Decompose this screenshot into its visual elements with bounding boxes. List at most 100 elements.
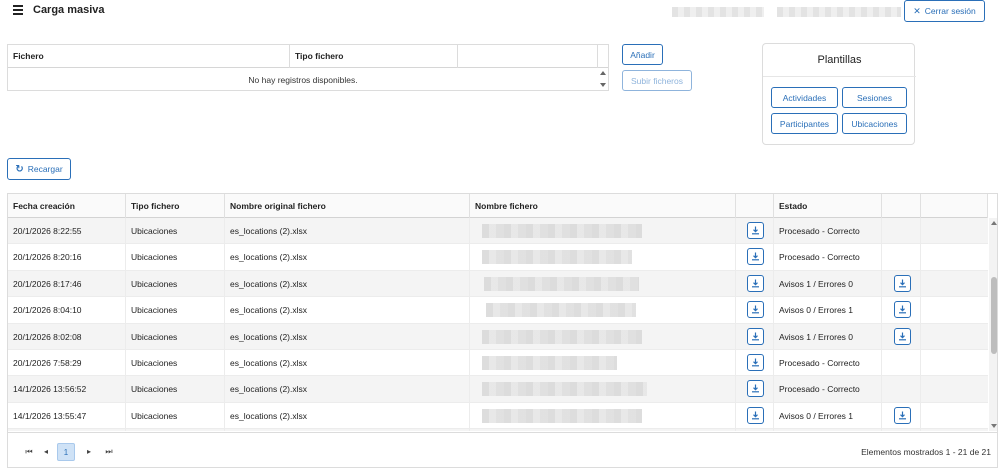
cell-tipo-fichero: Ubicaciones bbox=[126, 376, 225, 403]
cell-extra bbox=[921, 218, 988, 244]
download-icon[interactable] bbox=[747, 406, 764, 424]
cell-fecha-creacion: 20/1/2026 8:04:10 bbox=[8, 297, 126, 324]
redacted-filename bbox=[484, 276, 639, 291]
column-header-fichero[interactable]: Fichero bbox=[8, 45, 290, 68]
cell-log bbox=[882, 402, 921, 429]
table-row[interactable]: 20/1/2026 7:58:29 Ubicaciones es_locations… bbox=[8, 350, 988, 377]
cell-download bbox=[736, 402, 774, 429]
top-bar: Carga masiva ✕ Cerrar sesión bbox=[0, 0, 1000, 24]
cell-estado: Procesado - Correcto bbox=[774, 376, 882, 403]
cell-estado: Procesado - Correcto bbox=[774, 429, 882, 431]
table-row[interactable]: 20/1/2026 8:22:55 Ubicaciones es_locations… bbox=[8, 218, 988, 245]
download-log-icon[interactable] bbox=[894, 301, 911, 319]
cell-estado: Procesado - Correcto bbox=[774, 350, 882, 376]
cell-nombre-original: es_locations (2).xlsx bbox=[225, 323, 470, 350]
column-header-fecha-creacion[interactable]: Fecha creación bbox=[8, 194, 126, 218]
scroll-up-icon[interactable] bbox=[600, 71, 606, 75]
next-page-icon[interactable]: ▸ bbox=[80, 443, 98, 461]
column-header-tipo-fichero[interactable]: Tipo fichero bbox=[290, 45, 458, 68]
redacted-filename bbox=[482, 356, 617, 370]
redacted-filename bbox=[482, 382, 647, 397]
template-actividades-button[interactable]: Actividades bbox=[771, 87, 838, 108]
table-row[interactable]: 20/1/2026 8:04:10 Ubicaciones es_locations… bbox=[8, 297, 988, 324]
cell-nombre-fichero bbox=[470, 402, 736, 429]
uploads-history-grid: Fecha creación Tipo fichero Nombre origi… bbox=[7, 193, 998, 468]
logout-label: Cerrar sesión bbox=[924, 6, 976, 16]
cell-nombre-original: es_locations (2).xlsx bbox=[225, 297, 470, 324]
template-participantes-button[interactable]: Participantes bbox=[771, 113, 838, 134]
download-log-icon[interactable] bbox=[894, 274, 911, 292]
redacted-filename bbox=[482, 224, 642, 238]
table-row[interactable]: 20/1/2026 8:20:16 Ubicaciones es_locations… bbox=[8, 244, 988, 271]
empty-message: No hay registros disponibles. bbox=[248, 75, 358, 85]
upload-files-button[interactable]: Subir ficheros bbox=[622, 70, 692, 91]
cell-estado: Avisos 1 / Errores 0 bbox=[774, 270, 882, 297]
template-ubicaciones-button[interactable]: Ubicaciones bbox=[842, 113, 907, 134]
download-icon[interactable] bbox=[747, 380, 764, 398]
cell-tipo-fichero: Ubicaciones bbox=[126, 297, 225, 324]
page-title: Carga masiva bbox=[33, 4, 105, 16]
logout-button[interactable]: ✕ Cerrar sesión bbox=[904, 0, 985, 22]
page-number-current[interactable]: 1 bbox=[57, 443, 75, 461]
cell-nombre-original: es_locations (2).xlsx bbox=[225, 244, 470, 271]
column-header-download bbox=[736, 194, 774, 218]
download-log-icon[interactable] bbox=[894, 406, 911, 424]
cell-tipo-fichero: Ubicaciones bbox=[126, 429, 225, 431]
cell-fecha-creacion: 20/1/2026 8:17:46 bbox=[8, 270, 126, 297]
scrollbar-thumb[interactable] bbox=[990, 277, 997, 354]
cell-log bbox=[882, 244, 921, 271]
refresh-icon: ↻ bbox=[15, 163, 24, 175]
cell-fecha-creacion: 14/1/2026 13:54:33 bbox=[8, 429, 126, 431]
download-log-icon[interactable] bbox=[894, 327, 911, 345]
cell-log bbox=[882, 270, 921, 297]
table-row[interactable]: 14/1/2026 13:54:33Ubicacioneses_location… bbox=[8, 429, 988, 431]
cell-tipo-fichero: Ubicaciones bbox=[126, 323, 225, 350]
previous-page-icon[interactable]: ◂ bbox=[37, 443, 55, 461]
cell-tipo-fichero: Ubicaciones bbox=[126, 350, 225, 376]
cell-nombre-original: es_locations (2).xlsx bbox=[225, 376, 470, 403]
cell-fecha-creacion: 14/1/2026 13:55:47 bbox=[8, 402, 126, 429]
cell-nombre-fichero bbox=[470, 297, 736, 324]
add-file-button[interactable]: Añadir bbox=[622, 44, 663, 65]
grid-scrollbar[interactable] bbox=[989, 218, 997, 431]
hamburger-menu-icon[interactable] bbox=[13, 5, 23, 15]
user-name-redacted bbox=[672, 7, 764, 17]
cell-tipo-fichero: Ubicaciones bbox=[126, 218, 225, 244]
table-row[interactable]: 14/1/2026 13:56:52 Ubicaciones es_location… bbox=[8, 376, 988, 403]
download-icon[interactable] bbox=[747, 274, 764, 292]
download-icon[interactable] bbox=[747, 301, 764, 319]
table-row[interactable]: 14/1/2026 13:55:47 Ubicaciones es_location… bbox=[8, 402, 988, 430]
redacted-filename bbox=[482, 329, 642, 344]
upload-table-header: Fichero Tipo fichero bbox=[8, 45, 608, 68]
column-header-nombre-fichero[interactable]: Nombre fichero bbox=[470, 194, 736, 218]
templates-panel: Plantillas Actividades Sesiones Particip… bbox=[762, 43, 916, 145]
table-row[interactable]: 20/1/2026 8:17:46 Ubicaciones es_locations… bbox=[8, 270, 988, 298]
cell-extra bbox=[921, 324, 988, 350]
cell-nombre-fichero bbox=[470, 323, 736, 350]
cell-tipo-fichero: Ubicaciones bbox=[126, 270, 225, 297]
column-header-estado[interactable]: Estado bbox=[774, 194, 882, 218]
download-icon[interactable] bbox=[747, 354, 764, 371]
column-header-nombre-original[interactable]: Nombre original fichero bbox=[225, 194, 470, 218]
cell-download bbox=[736, 376, 774, 403]
column-header-log bbox=[882, 194, 921, 218]
scroll-up-icon[interactable] bbox=[990, 221, 997, 225]
column-header-tipo-fichero[interactable]: Tipo fichero bbox=[126, 194, 225, 218]
download-icon[interactable] bbox=[747, 222, 764, 239]
download-icon[interactable] bbox=[747, 248, 764, 266]
download-icon[interactable] bbox=[747, 327, 764, 345]
upload-table-scrollbar[interactable] bbox=[598, 68, 608, 90]
scroll-down-icon[interactable] bbox=[990, 424, 997, 428]
scroll-down-icon[interactable] bbox=[600, 83, 606, 87]
template-sesiones-button[interactable]: Sesiones bbox=[842, 87, 907, 108]
upload-files-table: Fichero Tipo fichero No hay registros di… bbox=[7, 44, 609, 91]
cell-tipo-fichero: Ubicaciones bbox=[126, 244, 225, 271]
first-page-icon[interactable]: ⏮ bbox=[20, 443, 38, 461]
table-row[interactable]: 20/1/2026 8:02:08 Ubicaciones es_locations… bbox=[8, 323, 988, 350]
pagination-bar: ⏮ ◂ 1 ▸ ⏭ Elementos mostrados 1 - 21 de … bbox=[8, 432, 997, 467]
column-header-extra bbox=[921, 194, 988, 218]
cell-log bbox=[882, 218, 921, 244]
reload-button[interactable]: ↻ Recargar bbox=[7, 158, 71, 180]
last-page-icon[interactable]: ⏭ bbox=[100, 443, 118, 461]
cell-download bbox=[736, 323, 774, 350]
